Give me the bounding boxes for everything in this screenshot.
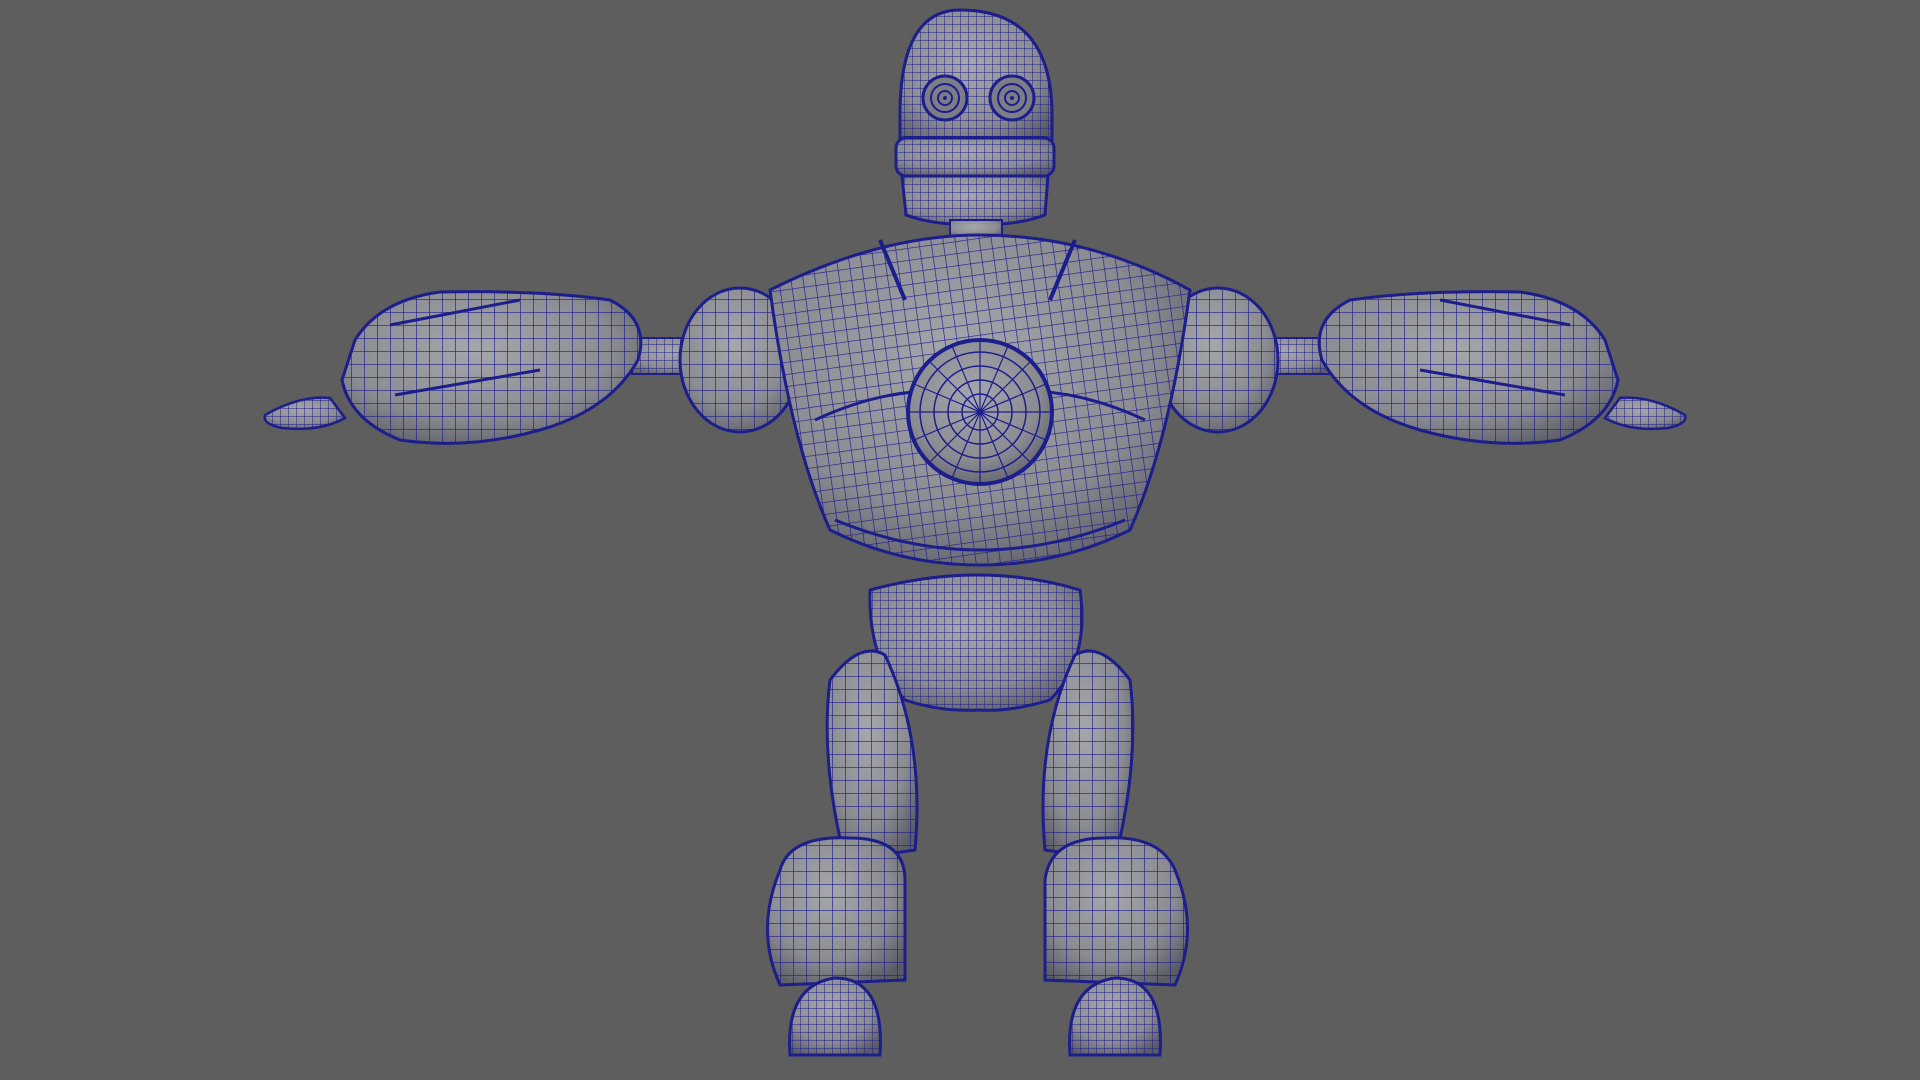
robot-wireframe-model[interactable] [0,0,1920,1080]
3d-viewport-panel[interactable] [0,0,1920,1080]
robot-head [894,8,1056,227]
robot-leg-left [766,649,919,1057]
robot-chest-disc [906,338,1054,486]
robot-leg-right [1041,649,1189,1057]
robot-torso [768,233,1192,567]
robot-eye-right [988,74,1036,122]
robot-eye-left [921,74,969,122]
robot-pelvis [868,573,1084,712]
robot-arm-right [1317,290,1687,445]
robot-arm-left [263,290,643,445]
